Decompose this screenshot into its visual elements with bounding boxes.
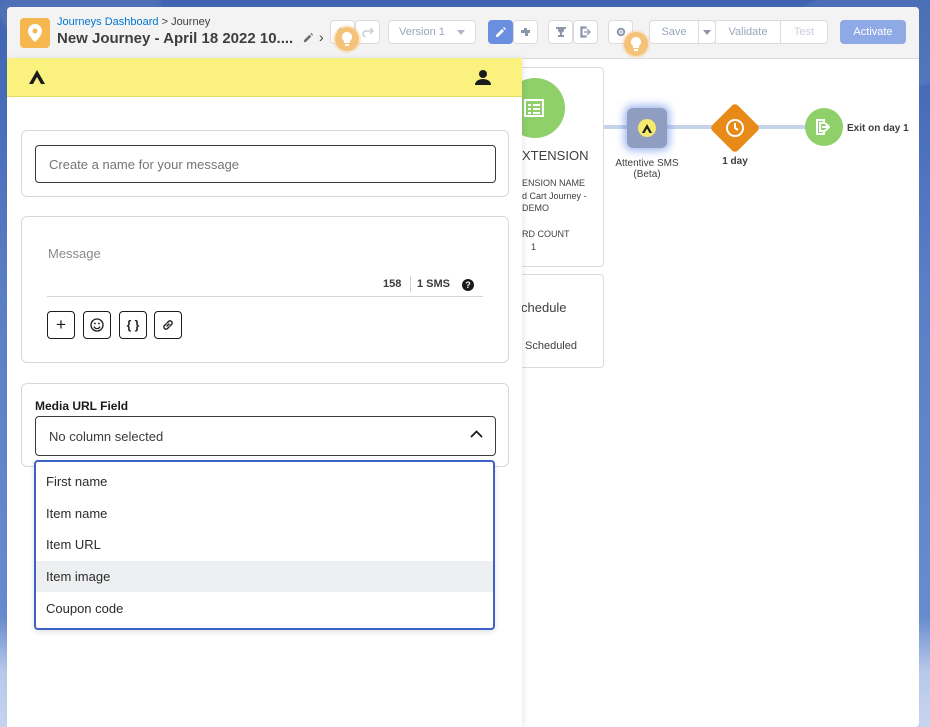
help-icon[interactable]: ? <box>462 279 474 291</box>
activate-button[interactable]: Activate <box>840 20 906 44</box>
record-count-value: 1 <box>531 242 537 252</box>
save-options-button[interactable] <box>698 20 716 44</box>
emoji-button[interactable] <box>83 311 111 339</box>
wait-node-label: 1 day <box>722 156 748 167</box>
message-body-section: Message 158 1 SMS ? + { } <box>21 216 509 363</box>
chevron-up-icon <box>470 430 483 438</box>
message-name-input[interactable] <box>35 145 496 183</box>
clock-icon <box>726 119 744 137</box>
settings-tips-bulb-icon[interactable] <box>624 32 648 56</box>
chevron-down-icon <box>457 29 465 35</box>
header-bar: Journeys Dashboard > Journey New Journey… <box>7 7 919 59</box>
chevron-down-icon <box>703 29 711 35</box>
user-icon[interactable] <box>475 69 491 85</box>
entry-name-value-line1: d Cart Journey - <box>522 191 587 201</box>
version-select[interactable]: Version 1 <box>388 20 476 44</box>
exit-door-icon <box>816 119 831 135</box>
breadcrumb-dashboard-link[interactable]: Journeys Dashboard <box>57 16 159 28</box>
option-item-name[interactable]: Item name <box>36 498 493 530</box>
media-url-options-list: First name Item name Item URL Item image… <box>34 460 495 630</box>
breadcrumb: Journeys Dashboard > Journey <box>57 16 210 28</box>
chevron-right-icon[interactable]: › <box>319 29 324 45</box>
media-url-section: Media URL Field No column selected <box>21 383 509 467</box>
record-count-label: RD COUNT <box>522 229 570 239</box>
exit-icon <box>579 26 591 38</box>
goals-button[interactable] <box>548 20 573 44</box>
save-button[interactable]: Save <box>649 20 699 44</box>
character-count: 158 <box>383 278 402 290</box>
schedule-status: Scheduled <box>525 340 577 352</box>
redo-icon <box>361 27 374 37</box>
emoji-icon <box>90 318 104 332</box>
attentive-logo-icon <box>638 119 656 137</box>
entry-name-value-line2: DEMO <box>522 203 549 213</box>
exit-node[interactable] <box>805 108 843 146</box>
journey-location-icon <box>20 18 50 48</box>
breadcrumb-separator: > <box>158 16 172 28</box>
option-coupon-code[interactable]: Coupon code <box>36 592 493 624</box>
components-button[interactable] <box>513 20 538 44</box>
message-divider <box>47 296 483 297</box>
sms-node-sublabel: (Beta) <box>633 169 661 180</box>
version-label: Version 1 <box>399 26 445 38</box>
tips-bulb-icon[interactable] <box>335 27 359 51</box>
attentive-logo-icon <box>29 70 45 84</box>
message-textarea[interactable]: Message <box>48 246 101 261</box>
test-button[interactable]: Test <box>780 20 828 44</box>
entry-name-label: ENSION NAME <box>522 178 586 188</box>
counter-divider <box>410 276 411 292</box>
link-button[interactable] <box>154 311 182 339</box>
exit-criteria-button[interactable] <box>573 20 598 44</box>
trophy-icon <box>555 27 566 37</box>
message-name-section <box>21 130 509 197</box>
option-item-image[interactable]: Item image <box>36 560 493 593</box>
schedule-title: chedule <box>521 300 567 315</box>
journey-title: New Journey - April 18 2022 10.... <box>57 30 294 47</box>
option-item-url[interactable]: Item URL <box>36 529 493 561</box>
media-url-select[interactable]: No column selected <box>35 416 496 456</box>
option-first-name[interactable]: First name <box>36 466 493 498</box>
attentive-sms-node[interactable] <box>627 108 667 148</box>
link-icon <box>163 320 173 330</box>
sms-segment-count: 1 SMS <box>417 278 451 290</box>
media-url-selected-value: No column selected <box>49 429 164 444</box>
sms-node-label: Attentive SMS <box>615 158 679 169</box>
panel-header <box>7 58 522 97</box>
edit-mode-button[interactable] <box>488 20 513 44</box>
variable-button[interactable]: { } <box>119 311 147 339</box>
puzzle-icon <box>521 27 530 36</box>
entry-source-title: XTENSION <box>522 148 589 163</box>
edit-title-pencil-icon[interactable] <box>303 32 314 43</box>
media-url-label: Media URL Field <box>35 399 129 413</box>
exit-node-label: Exit on day 1 <box>847 123 909 134</box>
gear-icon <box>616 27 625 37</box>
validate-button[interactable]: Validate <box>715 20 781 44</box>
pencil-icon <box>495 27 506 37</box>
add-content-button[interactable]: + <box>47 311 75 339</box>
breadcrumb-current: Journey <box>171 16 211 28</box>
